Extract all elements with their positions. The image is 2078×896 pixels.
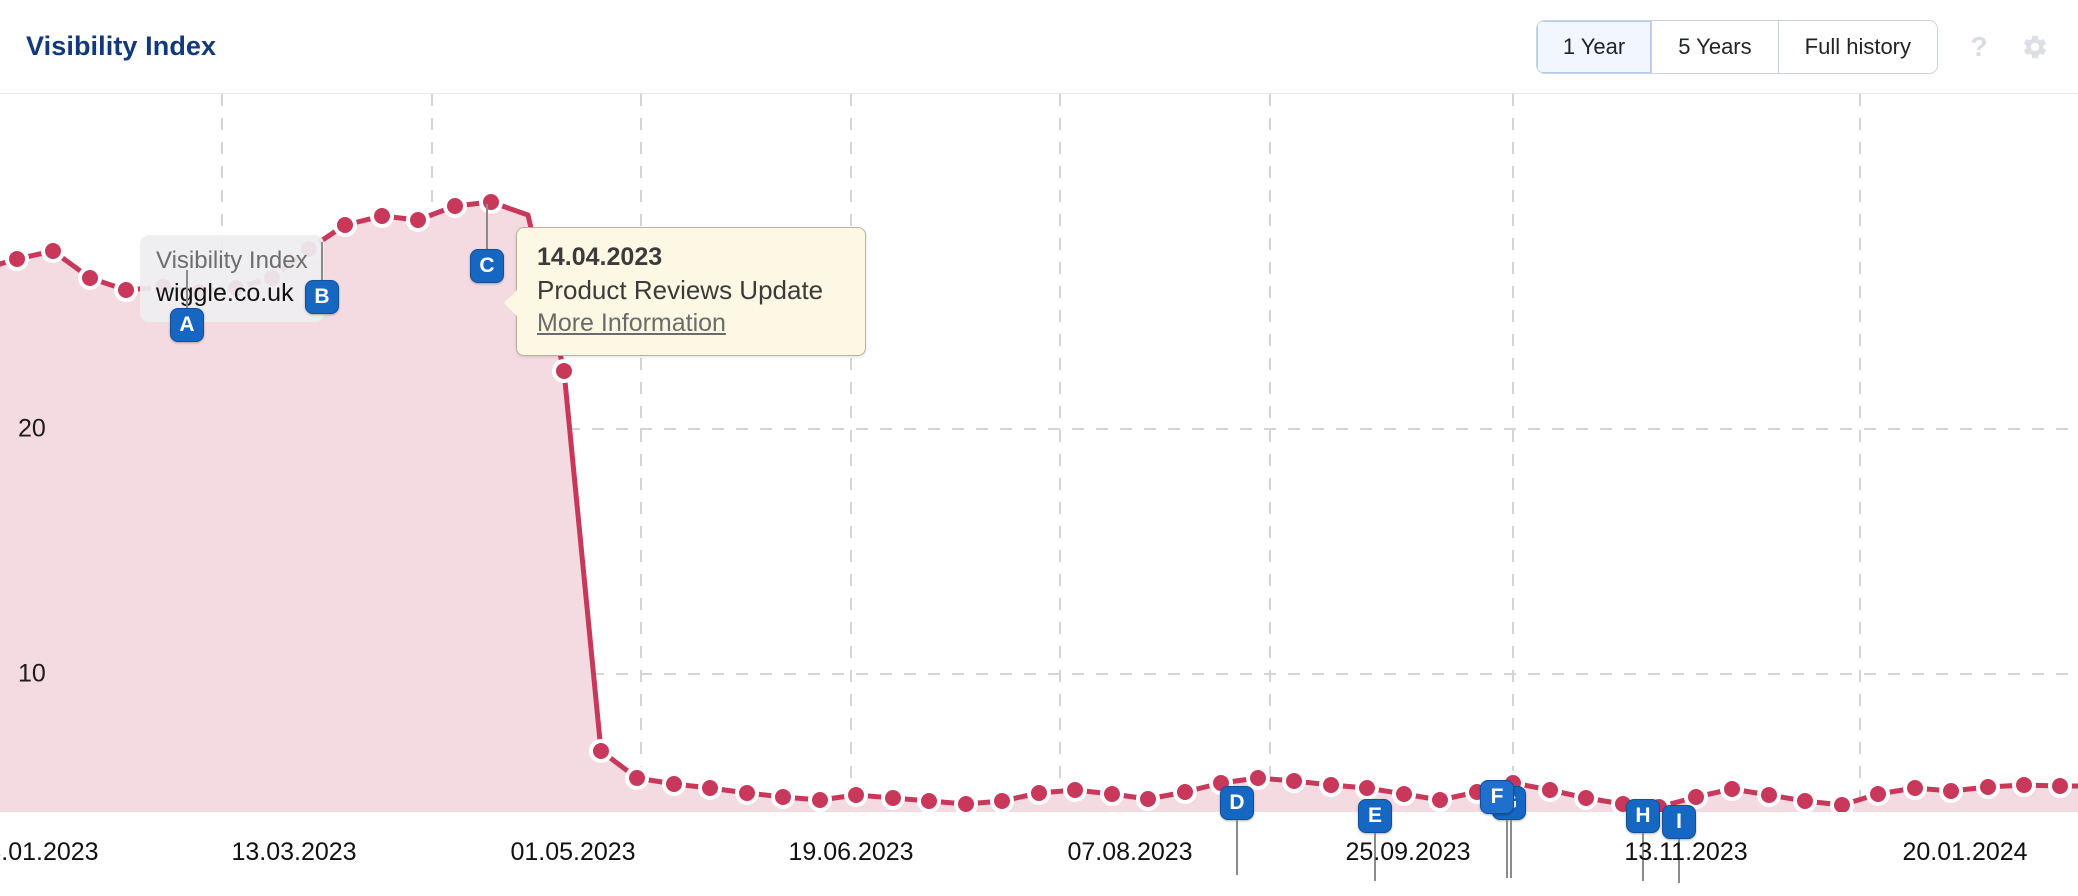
- x-axis-tick-3: 19.06.2023: [788, 838, 914, 866]
- pin-label-c[interactable]: C: [470, 249, 504, 283]
- series-hover-label: Visibility Index wiggle.co.uk: [140, 235, 324, 322]
- x-axis-tick-1: 13.03.2023: [231, 838, 357, 866]
- range-button-full-history[interactable]: Full history: [1778, 20, 1937, 73]
- event-name: Product Reviews Update: [537, 274, 824, 305]
- pin-label-a[interactable]: A: [170, 308, 204, 342]
- pin-stem: [321, 242, 323, 280]
- y-axis-label-20: 20: [18, 414, 46, 443]
- time-range-segmented-control[interactable]: 1 Year 5 Years Full history: [1535, 19, 1938, 74]
- pin-label-b[interactable]: B: [305, 280, 339, 314]
- y-axis-label-10: 10: [18, 659, 46, 688]
- chart-container: 20 10 Visibility Index wiggle.co.uk 14.0…: [0, 94, 2078, 896]
- x-axis-tick-5: 25.09.2023: [1345, 838, 1471, 866]
- range-button-5-years[interactable]: 5 Years: [1652, 20, 1779, 73]
- pin-label-f[interactable]: F: [1480, 780, 1514, 814]
- x-axis-tick-7: 20.01.2024: [1902, 838, 2028, 866]
- tooltip-arrow: [503, 289, 517, 317]
- chart-plot-area: 20 10 Visibility Index wiggle.co.uk 14.0…: [0, 94, 2078, 883]
- x-axis-tick-6: 13.11.2023: [1624, 838, 1748, 866]
- x-axis-tick-2: 01.05.2023: [510, 838, 636, 866]
- pin-stem: [186, 270, 188, 308]
- pin-stem: [486, 204, 488, 249]
- visibility-index-area-chart: [0, 94, 2078, 812]
- x-axis-tick-4: 07.08.2023: [1067, 838, 1193, 866]
- header-controls: 1 Year 5 Years Full history ?: [1535, 19, 2050, 74]
- event-date: 14.04.2023: [537, 243, 663, 271]
- visibility-index-card: Visibility Index 1 Year 5 Years Full his…: [0, 0, 2078, 896]
- page-title: Visibility Index: [26, 31, 217, 61]
- series-label-domain: wiggle.co.uk: [156, 278, 294, 307]
- event-tooltip: 14.04.2023 Product Reviews Update More I…: [503, 227, 866, 356]
- help-icon[interactable]: ?: [1964, 32, 1994, 62]
- range-button-1-year[interactable]: 1 Year: [1536, 20, 1653, 73]
- x-axis: 23.01.2023 13.03.2023 01.05.2023 19.06.2…: [0, 812, 2078, 896]
- card-header: Visibility Index 1 Year 5 Years Full his…: [0, 0, 2078, 94]
- more-information-link[interactable]: More Information: [537, 307, 845, 340]
- series-label-title: Visibility Index: [156, 247, 308, 274]
- x-axis-tick-0: 23.01.2023: [0, 838, 99, 866]
- gear-icon[interactable]: [2020, 32, 2050, 62]
